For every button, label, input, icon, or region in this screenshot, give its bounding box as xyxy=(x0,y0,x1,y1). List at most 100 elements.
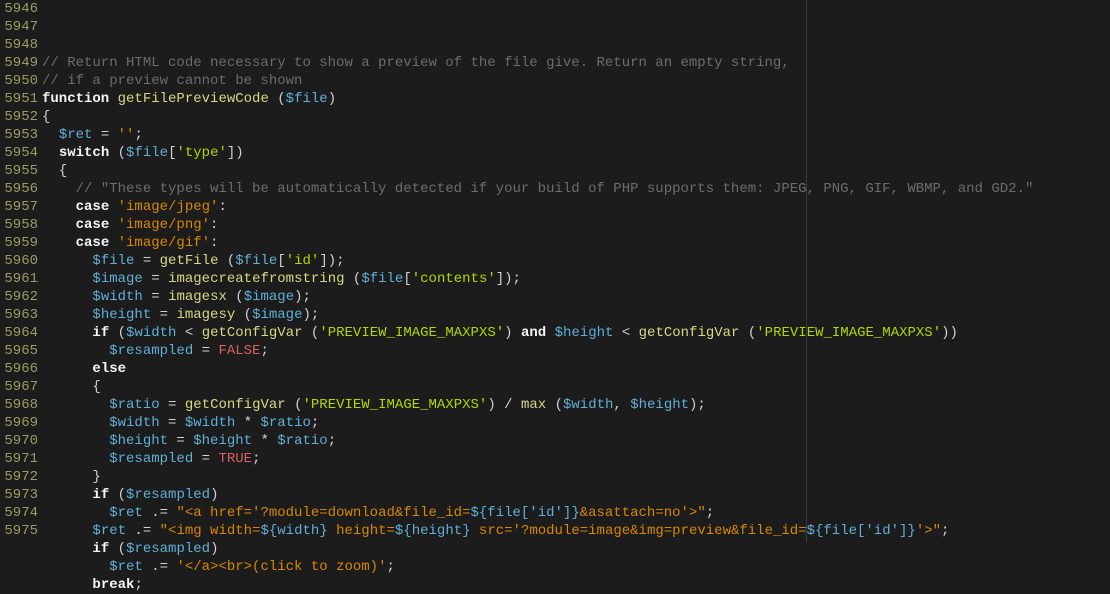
token xyxy=(42,199,76,215)
token: < xyxy=(613,325,638,341)
token: if xyxy=(92,325,109,341)
code-line[interactable]: if ($resampled) xyxy=(42,540,1110,558)
line-number-gutter: 5946594759485949595059515952595359545955… xyxy=(0,0,42,542)
token: $ratio xyxy=(277,433,327,449)
token: getConfigVar xyxy=(185,397,286,413)
code-line[interactable]: if ($width < getConfigVar ('PREVIEW_IMAG… xyxy=(42,324,1110,342)
token: "<img width= xyxy=(160,523,261,539)
line-number: 5975 xyxy=(0,522,38,540)
token: = xyxy=(143,271,168,287)
token: // "These types will be automatically de… xyxy=(76,181,1034,197)
token: ; xyxy=(260,343,268,359)
token xyxy=(109,217,117,233)
code-line[interactable]: $height = imagesy ($image); xyxy=(42,306,1110,324)
code-line[interactable]: $width = $width * $ratio; xyxy=(42,414,1110,432)
code-line[interactable]: $image = imagecreatefromstring ($file['c… xyxy=(42,270,1110,288)
code-line[interactable]: { xyxy=(42,162,1110,180)
token: $width xyxy=(185,415,235,431)
token: $image xyxy=(92,271,142,287)
token: } xyxy=(42,469,101,485)
token: getConfigVar xyxy=(202,325,303,341)
token: < xyxy=(176,325,201,341)
token: src='?module=image&img=preview&file_id= xyxy=(471,523,807,539)
token: imagesx xyxy=(168,289,227,305)
code-line[interactable]: if ($resampled) xyxy=(42,486,1110,504)
token: $image xyxy=(244,289,294,305)
code-line[interactable]: break; xyxy=(42,576,1110,594)
code-line[interactable]: $ret = ''; xyxy=(42,126,1110,144)
token: ; xyxy=(941,523,949,539)
token: = xyxy=(193,451,218,467)
code-line[interactable]: // Return HTML code necessary to show a … xyxy=(42,54,1110,72)
token: case xyxy=(76,199,110,215)
code-line[interactable]: $resampled = FALSE; xyxy=(42,342,1110,360)
code-line[interactable]: else xyxy=(42,360,1110,378)
code-line[interactable]: $file = getFile ($file['id']); xyxy=(42,252,1110,270)
line-number: 5961 xyxy=(0,270,38,288)
code-line[interactable]: case 'image/gif': xyxy=(42,234,1110,252)
line-number: 5966 xyxy=(0,360,38,378)
token xyxy=(42,253,92,269)
line-number: 5952 xyxy=(0,108,38,126)
code-line[interactable]: switch ($file['type']) xyxy=(42,144,1110,162)
code-line[interactable]: $ratio = getConfigVar ('PREVIEW_IMAGE_MA… xyxy=(42,396,1110,414)
code-line[interactable]: $width = imagesx ($image); xyxy=(42,288,1110,306)
token: break xyxy=(92,577,134,593)
token xyxy=(42,361,92,377)
token xyxy=(109,91,117,107)
line-number: 5960 xyxy=(0,252,38,270)
token: ${height} xyxy=(395,523,471,539)
token: getConfigVar xyxy=(639,325,740,341)
token xyxy=(42,325,92,341)
token: 'PREVIEW_IMAGE_MAXPXS' xyxy=(319,325,504,341)
token: case xyxy=(76,235,110,251)
token: '' xyxy=(118,127,135,143)
token xyxy=(42,559,109,575)
token: $ret xyxy=(109,559,143,575)
token: // Return HTML code necessary to show a … xyxy=(42,55,790,71)
token: imagesy xyxy=(176,307,235,323)
token: )) xyxy=(941,325,958,341)
token: $ret xyxy=(59,127,93,143)
token: ( xyxy=(546,397,563,413)
token xyxy=(42,289,92,305)
code-line[interactable]: // "These types will be automatically de… xyxy=(42,180,1110,198)
token: { xyxy=(42,379,101,395)
token: ; xyxy=(134,127,142,143)
code-line[interactable]: { xyxy=(42,378,1110,396)
token xyxy=(546,325,554,341)
code-line[interactable]: case 'image/png': xyxy=(42,216,1110,234)
token: [ xyxy=(403,271,411,287)
token: TRUE xyxy=(218,451,252,467)
token: ${file['id']} xyxy=(807,523,916,539)
code-line[interactable]: $height = $height * $ratio; xyxy=(42,432,1110,450)
code-line[interactable]: case 'image/jpeg': xyxy=(42,198,1110,216)
code-line[interactable]: $ret .= "<img width=${width} height=${he… xyxy=(42,522,1110,540)
token: ]); xyxy=(319,253,344,269)
code-line[interactable]: $ret .= "<a href='?module=download&file_… xyxy=(42,504,1110,522)
token: ; xyxy=(328,433,336,449)
code-line[interactable]: { xyxy=(42,108,1110,126)
line-number: 5959 xyxy=(0,234,38,252)
token: $ratio xyxy=(261,415,311,431)
token xyxy=(42,541,92,557)
token: "<a href='?module=download&file_id= xyxy=(176,505,470,521)
token: '</a><br>(click to zoom)' xyxy=(176,559,386,575)
token: ( xyxy=(235,307,252,323)
token: $height xyxy=(92,307,151,323)
code-editor[interactable]: 5946594759485949595059515952595359545955… xyxy=(0,0,1110,542)
token: // if a preview cannot be shown xyxy=(42,73,302,89)
token: [ xyxy=(277,253,285,269)
code-line[interactable]: $ret .= '</a><br>(click to zoom)'; xyxy=(42,558,1110,576)
token: * xyxy=(235,415,260,431)
token: = xyxy=(134,253,159,269)
code-line[interactable]: // if a preview cannot be shown xyxy=(42,72,1110,90)
token: $resampled xyxy=(109,451,193,467)
token: $file xyxy=(126,145,168,161)
code-line[interactable]: function getFilePreviewCode ($file) xyxy=(42,90,1110,108)
code-line[interactable]: $resampled = TRUE; xyxy=(42,450,1110,468)
token xyxy=(42,217,76,233)
code-area[interactable]: // Return HTML code necessary to show a … xyxy=(42,0,1110,542)
code-line[interactable]: } xyxy=(42,468,1110,486)
token xyxy=(109,235,117,251)
